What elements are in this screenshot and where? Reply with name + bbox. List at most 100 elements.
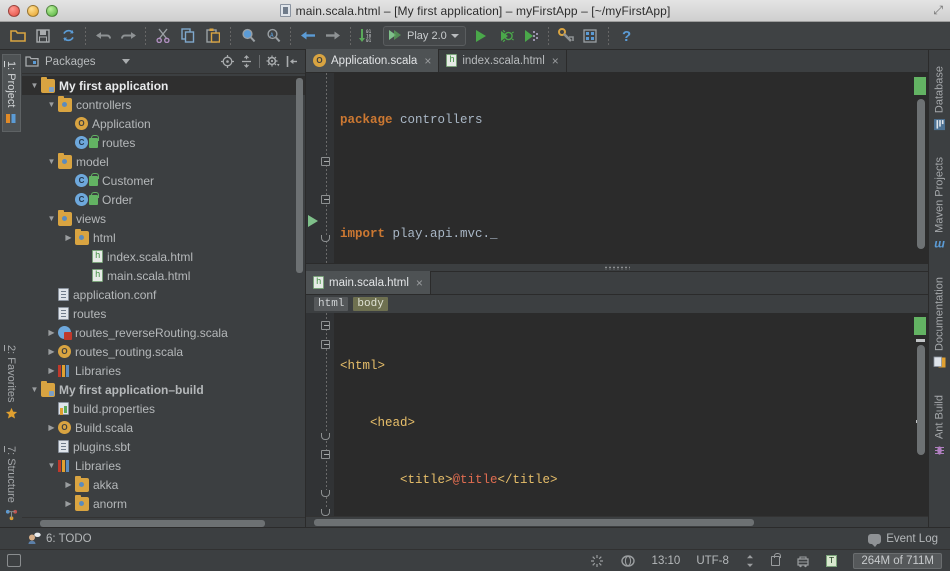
tree-item-order[interactable]: COrder <box>22 190 305 209</box>
tree-expand-arrow[interactable]: ▶ <box>62 233 75 242</box>
tree-expand-arrow[interactable]: ▼ <box>45 157 58 166</box>
project-structure-icon[interactable] <box>579 25 603 47</box>
line-separator-icon[interactable] <box>745 554 755 568</box>
gear-icon[interactable] <box>266 55 280 68</box>
sidebar-item-ant-build[interactable]: Ant Build <box>931 389 948 463</box>
todo-tool-button[interactable]: 6: TODO <box>0 532 92 545</box>
run-icon[interactable] <box>469 25 493 47</box>
tree-expand-arrow[interactable]: ▶ <box>45 347 58 356</box>
error-stripe-mark[interactable] <box>916 339 925 342</box>
tree-item-routes-reverserouting-scala[interactable]: ▶routes_reverseRouting.scala <box>22 323 305 342</box>
tree-item-build-scala[interactable]: ▶OBuild.scala <box>22 418 305 437</box>
tree-item-libraries[interactable]: ▶Libraries <box>22 361 305 380</box>
tab-main-scala-html[interactable]: main.scala.html × <box>306 271 431 294</box>
hector-icon[interactable] <box>796 554 810 568</box>
sidebar-item-documentation[interactable]: Documentation <box>931 271 948 375</box>
back-icon[interactable] <box>296 25 320 47</box>
tree-expand-arrow[interactable]: ▶ <box>45 423 58 432</box>
tree-expand-arrow[interactable]: ▶ <box>62 499 75 508</box>
project-tree-hscrollbar[interactable] <box>22 517 305 527</box>
run-line-marker[interactable] <box>308 215 318 227</box>
breadcrumb-body[interactable]: body <box>353 297 387 311</box>
sidebar-item-project[interactable]: 1: Project <box>2 54 21 132</box>
tree-expand-arrow[interactable]: ▼ <box>45 100 58 109</box>
settings-icon[interactable] <box>554 25 578 47</box>
tree-item-model[interactable]: ▼model <box>22 152 305 171</box>
fold-marker[interactable] <box>321 321 332 332</box>
project-view-selector[interactable]: Packages <box>25 55 96 68</box>
transparent-mode-icon[interactable]: T <box>826 555 837 567</box>
tree-expand-arrow[interactable]: ▼ <box>28 81 41 90</box>
redo-icon[interactable] <box>116 25 140 47</box>
memory-gc-icon[interactable] <box>620 554 636 568</box>
fold-end-marker[interactable] <box>321 490 332 501</box>
fold-end-marker[interactable] <box>321 235 332 246</box>
lock-icon[interactable] <box>771 556 780 566</box>
sidebar-item-favorites[interactable]: 2: Favorites <box>3 339 20 426</box>
replace-icon[interactable]: A <box>261 25 285 47</box>
background-tasks-icon[interactable] <box>590 554 604 568</box>
scrollbar-thumb[interactable] <box>314 519 754 526</box>
tree-item-my-first-application-build[interactable]: ▼My first application–build <box>22 380 305 399</box>
chevron-down-icon[interactable] <box>122 59 130 64</box>
tree-expand-arrow[interactable]: ▶ <box>62 480 75 489</box>
undo-icon[interactable] <box>91 25 115 47</box>
tree-item-routes[interactable]: Croutes <box>22 133 305 152</box>
tree-item-application[interactable]: OApplication <box>22 114 305 133</box>
run-configuration-selector[interactable]: Play 2.0 <box>383 26 466 46</box>
tree-expand-arrow[interactable]: ▼ <box>45 461 58 470</box>
tab-index-scala-html[interactable]: index.scala.html × <box>439 49 566 72</box>
fold-end-marker[interactable] <box>321 433 332 444</box>
coverage-icon[interactable] <box>519 25 543 47</box>
event-log-button[interactable]: Event Log <box>868 533 950 545</box>
encoding-label[interactable]: UTF-8 <box>696 555 729 567</box>
fold-marker[interactable] <box>321 195 332 206</box>
top-editor-scrollbar[interactable] <box>917 99 925 249</box>
debug-icon[interactable] <box>494 25 518 47</box>
close-icon[interactable]: × <box>552 54 559 68</box>
tree-item-routes-routing-scala[interactable]: ▶Oroutes_routing.scala <box>22 342 305 361</box>
tab-application-scala[interactable]: O Application.scala × <box>306 49 439 72</box>
cut-icon[interactable] <box>151 25 175 47</box>
paste-icon[interactable] <box>201 25 225 47</box>
hide-icon[interactable] <box>286 55 298 68</box>
breadcrumb-html[interactable]: html <box>314 297 348 311</box>
show-tool-windows-icon[interactable] <box>7 554 21 567</box>
top-editor-code[interactable]: package controllers import play.api.mvc.… <box>306 73 928 263</box>
fold-marker[interactable] <box>321 157 332 168</box>
fold-marker[interactable] <box>321 340 332 351</box>
synchronize-icon[interactable] <box>56 25 80 47</box>
tree-item-anorm[interactable]: ▶anorm <box>22 494 305 513</box>
tree-expand-arrow[interactable]: ▼ <box>28 385 41 394</box>
chevron-down-icon[interactable] <box>451 34 459 38</box>
scrollbar-thumb[interactable] <box>40 520 265 527</box>
fullscreen-icon[interactable]: ⤢ <box>933 3 943 18</box>
tree-item-views[interactable]: ▼views <box>22 209 305 228</box>
top-editor-gutter[interactable] <box>306 73 334 263</box>
open-project-icon[interactable] <box>6 25 30 47</box>
bottom-editor-scrollbar[interactable] <box>917 345 925 455</box>
sidebar-item-database[interactable]: Database <box>931 60 948 137</box>
bottom-editor-gutter[interactable] <box>306 313 334 527</box>
sidebar-item-structure[interactable]: 7: Structure <box>3 440 20 527</box>
close-icon[interactable]: × <box>416 276 423 290</box>
fold-marker[interactable] <box>321 450 332 461</box>
tree-item-controllers[interactable]: ▼controllers <box>22 95 305 114</box>
tree-item-my-first-application[interactable]: ▼My first application <box>22 76 305 95</box>
tree-item-routes[interactable]: routes <box>22 304 305 323</box>
copy-icon[interactable] <box>176 25 200 47</box>
project-tree[interactable]: ▼My first application▼controllersOApplic… <box>22 74 305 517</box>
tree-item-html[interactable]: ▶html <box>22 228 305 247</box>
tree-item-build-properties[interactable]: build.properties <box>22 399 305 418</box>
tree-expand-arrow[interactable]: ▼ <box>45 214 58 223</box>
tree-item-index-scala-html[interactable]: index.scala.html <box>22 247 305 266</box>
memory-indicator[interactable]: 264M of 711M <box>853 553 942 569</box>
tree-item-plugins-sbt[interactable]: plugins.sbt <box>22 437 305 456</box>
find-icon[interactable] <box>236 25 260 47</box>
collapse-all-icon[interactable] <box>240 55 253 68</box>
compile-icon[interactable]: 011001 <box>356 25 380 47</box>
tree-item-main-scala-html[interactable]: main.scala.html <box>22 266 305 285</box>
bottom-editor-code[interactable]: <html> <head> <title>@title</title> <lin… <box>306 313 928 527</box>
tree-item-akka[interactable]: ▶akka <box>22 475 305 494</box>
close-icon[interactable]: × <box>424 54 431 68</box>
